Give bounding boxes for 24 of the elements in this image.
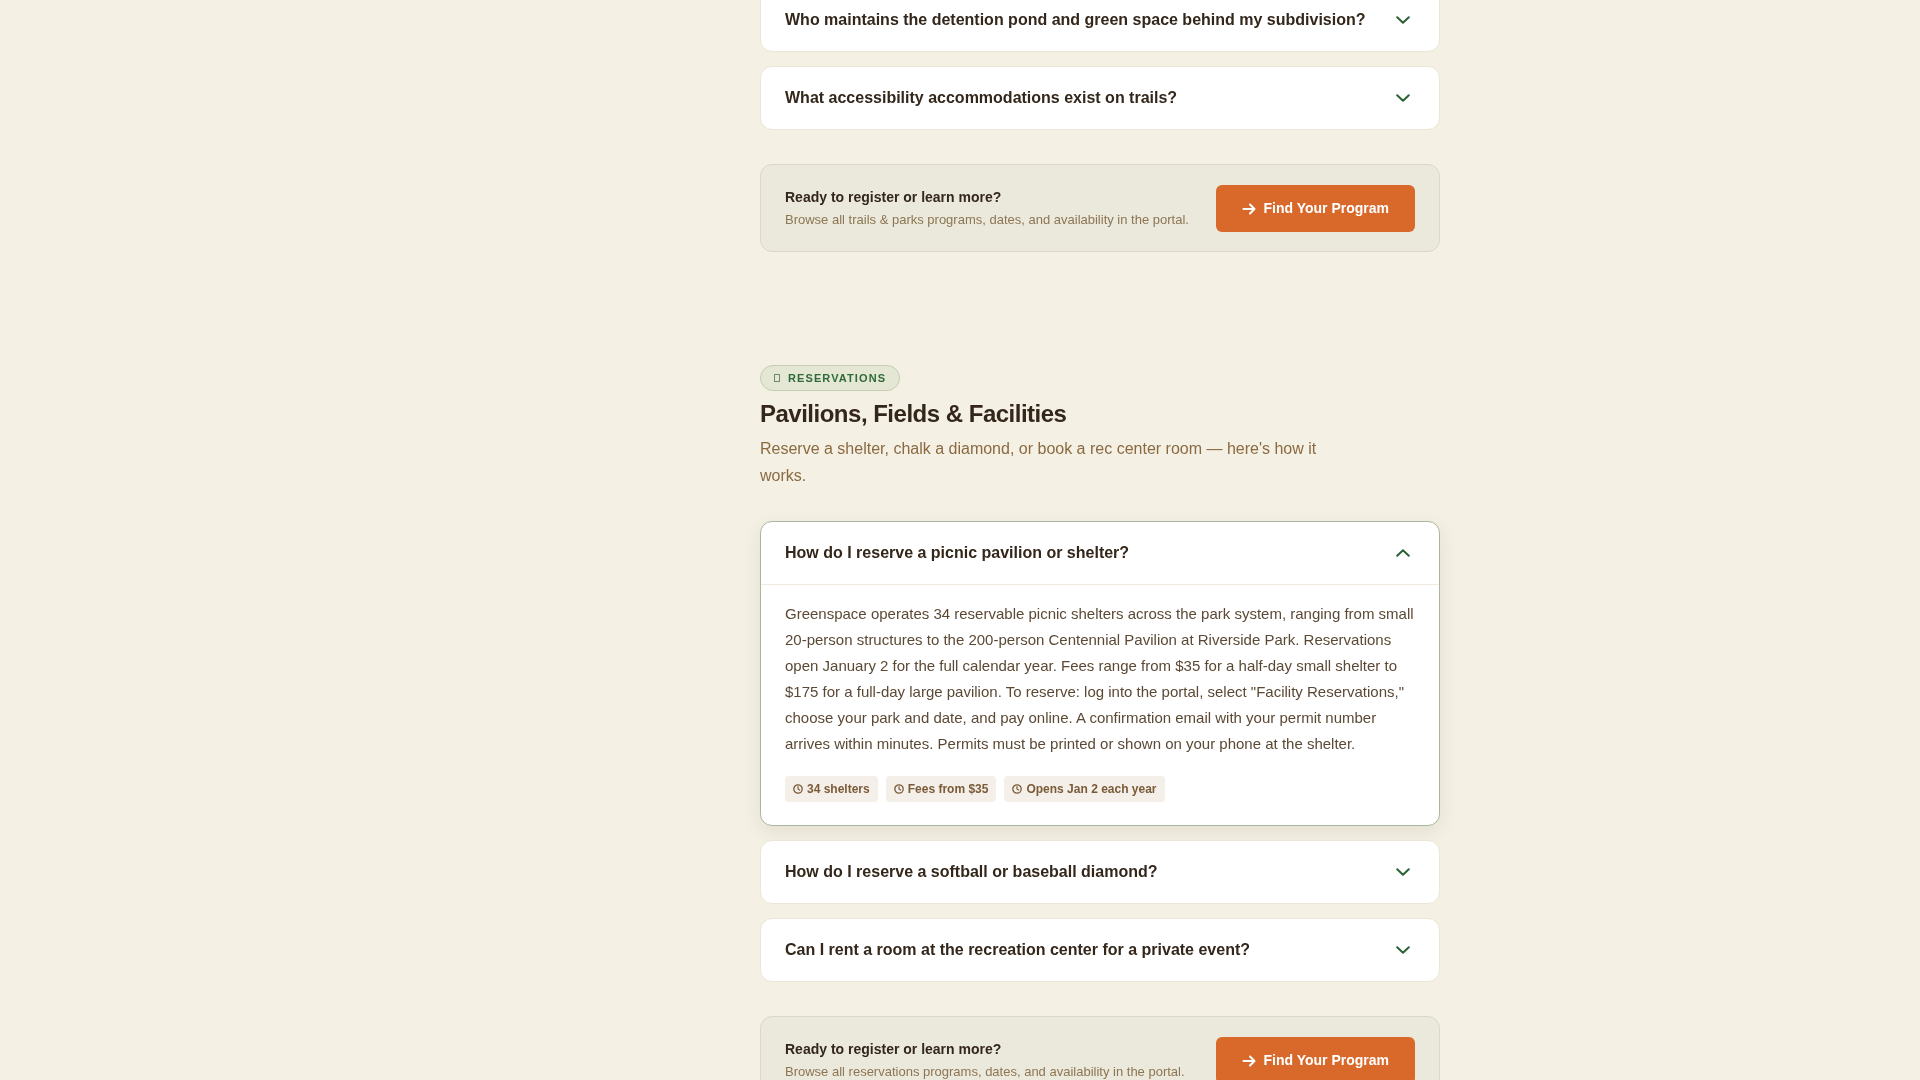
cta-title: Ready to register or learn more? (785, 1040, 1003, 1058)
clock-icon (893, 784, 904, 794)
answer-text: Greenspace operates 34 reservable picnic shelters across the park system, ranging from small 20-person structures to the 200-person Centennial Pavilion at Riverside Park. Reservations open January 2 for the full calendar year. Fees range from $35 for a half-day small shelter to $175 for a full-day large pavilion. To reserve: log into the portal, select "Facility Reservations," choose your park and date, and pay online. A confirmation email with your permit number arrives within minutes. Permits must be printed or shown on your phone at the shelter. (785, 604, 1415, 754)
section-subtitle: Reserve a shelter, chalk a diamond, or book a rec center room — here's how it works. (760, 439, 1318, 486)
section-title: Pavilions, Fields & Facilities (760, 399, 1068, 429)
chip-text: Fees from $35 (907, 781, 989, 797)
rectangle-glyph-icon (774, 374, 780, 382)
chip-text: 34 shelters (807, 781, 870, 797)
find-program-button[interactable]: Find Your Program (1215, 1037, 1415, 1080)
faq-question-button[interactable]: What accessibility accommodations exist on trails? (761, 67, 1439, 129)
find-program-button[interactable]: Find Your Program (1215, 185, 1415, 232)
faq-question-button[interactable]: Who maintains the detention pond and green space behind my subdivision? (761, 0, 1439, 51)
cta-title: Ready to register or learn more? (785, 188, 1003, 206)
faq-question-button[interactable]: Can I rent a room at the recreation center for a private event? (761, 919, 1439, 981)
pill-label: RESERVATIONS (788, 371, 887, 385)
faq-question-button[interactable]: How do I reserve a softball or baseball diamond? (761, 841, 1439, 903)
arrow-right-icon (1241, 1053, 1256, 1068)
cta-text: Browse all reservations programs, dates, and availability in the portal. (785, 1063, 1185, 1080)
clock-icon (1012, 784, 1023, 794)
arrow-right-icon (1241, 201, 1256, 216)
chip-text: Opens Jan 2 each year (1026, 781, 1157, 797)
faq-question-button[interactable]: How do I reserve a picnic pavilion or shelter? (761, 522, 1439, 584)
cta-text: Browse all trails & parks programs, dates, and availability in the portal. (785, 211, 1189, 229)
clock-icon (793, 784, 803, 794)
